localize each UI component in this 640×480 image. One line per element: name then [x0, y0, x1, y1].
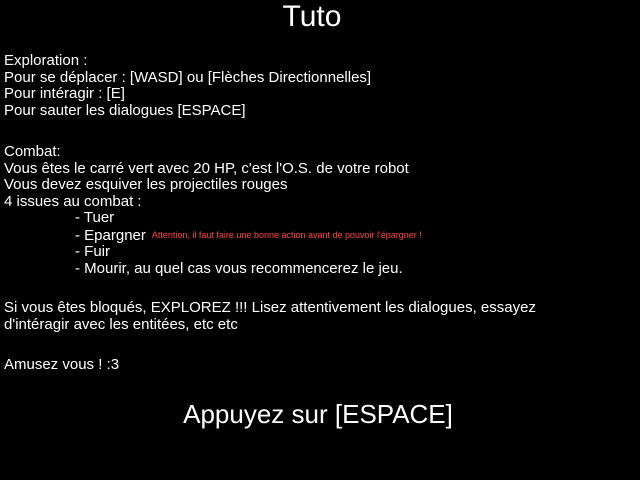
- help-line-2: d'intéragir avec les entitées, etc etc: [4, 315, 238, 333]
- combat-outcome-die: - Mourir, au quel cas vous recommencerez…: [75, 259, 403, 277]
- combat-outcome-flee: - Fuir: [75, 243, 110, 260]
- exploration-interact-line: Pour intéragir : [E]: [4, 85, 125, 102]
- press-space-prompt[interactable]: Appuyez sur [ESPACE]: [0, 398, 636, 430]
- help-line-1: Si vous êtes bloqués, EXPLOREZ !!! Lisez…: [4, 299, 536, 316]
- combat-dodge-line: Vous devez esquiver les projectiles roug…: [4, 176, 288, 193]
- fun-section: Amusez vous ! :3: [4, 356, 120, 374]
- combat-outcome-kill: - Tuer: [75, 209, 115, 226]
- combat-section: Combat: Vous êtes le carré vert avec 20 …: [4, 143, 422, 277]
- fun-line: Amusez vous ! :3: [4, 356, 120, 373]
- exploration-heading: Exploration :: [4, 52, 88, 69]
- combat-outcome-spare-row: - Epargner Attention, il faut faire une b…: [4, 227, 422, 245]
- exploration-section: Exploration : Pour se déplacer : [WASD] …: [4, 52, 372, 119]
- exploration-move-line: Pour se déplacer : [WASD] ou [Flèches Di…: [4, 68, 372, 86]
- spare-warning-note: Attention, il faut faire une bonne actio…: [151, 229, 422, 240]
- combat-outcome-spare: - Epargner: [75, 226, 146, 244]
- combat-heading: Combat:: [4, 143, 61, 160]
- help-section: Si vous êtes bloqués, EXPLOREZ !!! Lisez…: [4, 299, 536, 333]
- combat-outcomes-heading: 4 issues au combat :: [4, 192, 142, 210]
- tutorial-title: Tuto: [282, 0, 342, 33]
- combat-player-line: Vous êtes le carré vert avec 20 HP, c'es…: [4, 159, 409, 177]
- exploration-skip-line: Pour sauter les dialogues [ESPACE]: [4, 101, 246, 119]
